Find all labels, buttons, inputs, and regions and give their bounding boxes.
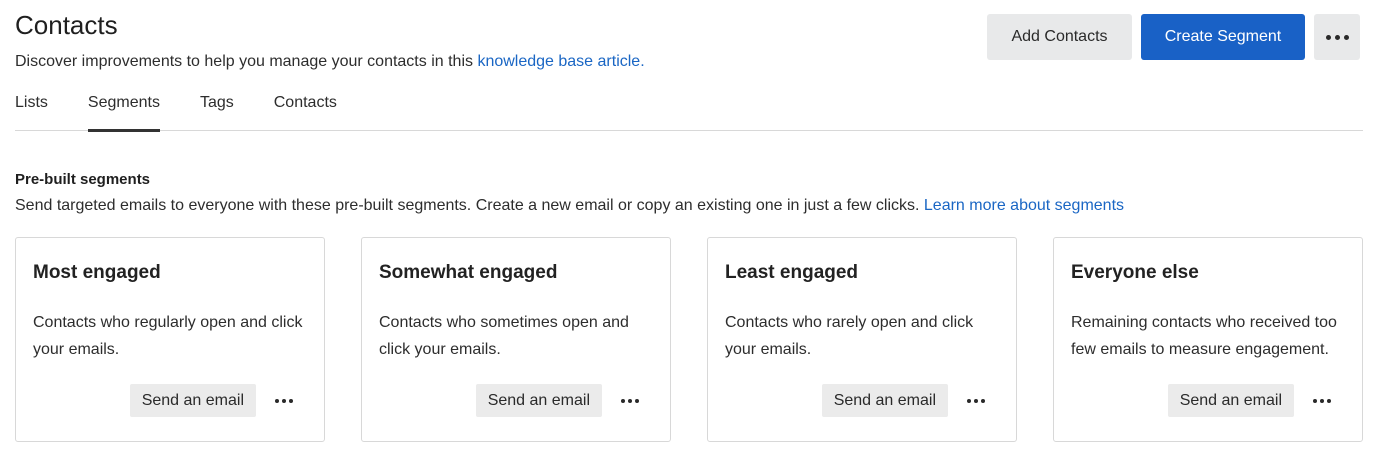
- section-description: Send targeted emails to everyone with th…: [15, 196, 1363, 216]
- card-description: Contacts who regularly open and click yo…: [33, 314, 303, 358]
- page-header: Contacts Discover improvements to help y…: [15, 10, 645, 72]
- page-subtitle: Discover improvements to help you manage…: [15, 52, 645, 72]
- page-title: Contacts: [15, 10, 118, 40]
- more-horizontal-icon: [967, 398, 985, 403]
- card-description: Contacts who sometimes open and click yo…: [379, 314, 629, 358]
- segment-card-everyone-else: Everyone else Remaining contacts who rec…: [1053, 237, 1363, 442]
- knowledge-base-link[interactable]: knowledge base article.: [477, 53, 644, 70]
- card-more-button[interactable]: [1310, 389, 1334, 413]
- send-email-button[interactable]: Send an email: [129, 384, 256, 417]
- prebuilt-segments-section: Pre-built segments Send targeted emails …: [15, 170, 1363, 216]
- section-desc-text: Send targeted emails to everyone with th…: [15, 197, 924, 214]
- contacts-tabs: Lists Segments Tags Contacts: [15, 92, 1363, 132]
- card-footer: Send an email: [1167, 384, 1334, 417]
- card-title: Somewhat engaged: [379, 262, 558, 283]
- card-description: Contacts who rarely open and click your …: [725, 314, 974, 358]
- card-more-button[interactable]: [272, 389, 296, 413]
- more-horizontal-icon: [1325, 34, 1349, 40]
- subtitle-text: Discover improvements to help you manage…: [15, 53, 478, 70]
- segment-card-somewhat-engaged: Somewhat engaged Contacts who sometimes …: [361, 237, 671, 442]
- segment-card-least-engaged: Least engaged Contacts who rarely open a…: [707, 237, 1017, 442]
- send-email-button[interactable]: Send an email: [475, 384, 602, 417]
- tab-tags[interactable]: Tags: [200, 92, 234, 131]
- tab-contacts[interactable]: Contacts: [274, 92, 337, 131]
- tab-lists[interactable]: Lists: [15, 92, 48, 131]
- card-title: Least engaged: [725, 262, 859, 283]
- more-horizontal-icon: [1313, 398, 1331, 403]
- header-actions: Add Contacts Create Segment: [987, 14, 1360, 60]
- send-email-button[interactable]: Send an email: [1167, 384, 1294, 417]
- add-contacts-button[interactable]: Add Contacts: [987, 14, 1132, 60]
- card-footer: Send an email: [475, 384, 642, 417]
- card-description: Remaining contacts who received too few …: [1071, 314, 1337, 358]
- card-title: Everyone else: [1071, 262, 1199, 283]
- more-actions-button[interactable]: [1314, 14, 1360, 60]
- more-horizontal-icon: [275, 398, 293, 403]
- segment-card-most-engaged: Most engaged Contacts who regularly open…: [15, 237, 325, 442]
- create-segment-button[interactable]: Create Segment: [1141, 14, 1305, 60]
- card-footer: Send an email: [821, 384, 988, 417]
- card-footer: Send an email: [129, 384, 296, 417]
- section-title: Pre-built segments: [15, 171, 151, 188]
- tab-segments[interactable]: Segments: [87, 92, 161, 132]
- more-horizontal-icon: [621, 398, 639, 403]
- card-more-button[interactable]: [618, 389, 642, 413]
- card-title: Most engaged: [33, 262, 161, 283]
- send-email-button[interactable]: Send an email: [821, 384, 948, 417]
- card-more-button[interactable]: [964, 389, 988, 413]
- learn-more-segments-link[interactable]: Learn more about segments: [924, 197, 1124, 214]
- segment-cards: Most engaged Contacts who regularly open…: [15, 237, 1363, 442]
